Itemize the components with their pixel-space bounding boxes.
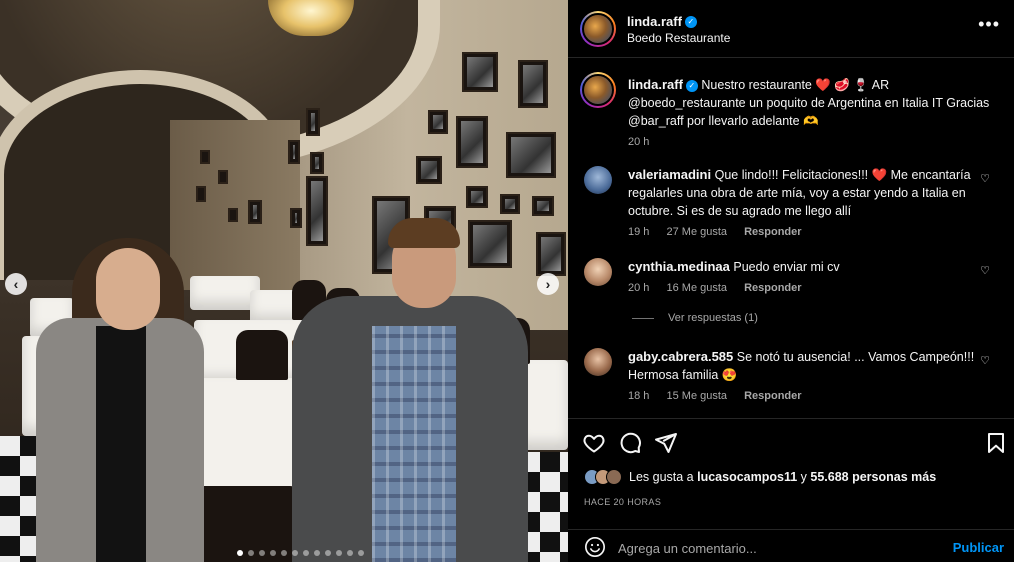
comment-time[interactable]: 18 h [628, 390, 649, 402]
comment-likes[interactable]: 16 Me gusta [666, 282, 727, 294]
carousel-dot[interactable] [347, 550, 353, 556]
verified-badge-icon: ✓ [684, 15, 697, 28]
reply-button[interactable]: Responder [744, 226, 801, 238]
carousel-dot[interactable] [314, 550, 320, 556]
photo-frame [248, 200, 262, 224]
carousel-dot[interactable] [237, 550, 243, 556]
caption-time[interactable]: 20 h [628, 136, 649, 148]
reply-button[interactable]: Responder [744, 390, 801, 402]
commenter-avatar[interactable] [584, 166, 612, 194]
author-avatar[interactable] [580, 11, 616, 47]
author-username[interactable]: linda.raff [627, 14, 682, 29]
carousel-next-button[interactable]: › [537, 273, 559, 295]
comment-composer: Publicar [568, 529, 1014, 562]
chevron-right-icon: › [545, 276, 551, 292]
like-heart-icon[interactable] [582, 431, 606, 455]
comment-item: gaby.cabrera.585 Se notó tu ausencia! ..… [580, 348, 1000, 402]
carousel-dot[interactable] [336, 550, 342, 556]
photo-frame [196, 186, 206, 202]
photo-woman-face [96, 248, 160, 330]
share-send-icon[interactable] [654, 431, 678, 455]
likes-count[interactable]: 55.688 personas más [810, 470, 936, 484]
carousel-dot[interactable] [325, 550, 331, 556]
post-caption: linda.raff ✓ Nuestro restaurante ❤️ 🥩 🍷 A… [628, 76, 1000, 148]
photo-frame [466, 186, 488, 208]
carousel-dot[interactable] [259, 550, 265, 556]
carousel-dot[interactable] [358, 550, 364, 556]
photo-frame [506, 132, 556, 178]
more-options-icon[interactable]: ••• [978, 14, 1000, 35]
commenter-avatar[interactable] [584, 348, 612, 376]
likes-middle: y [797, 470, 811, 484]
publish-button[interactable]: Publicar [953, 540, 1004, 555]
caption-avatar[interactable] [580, 72, 616, 108]
emoji-smiley-icon[interactable] [584, 536, 606, 558]
photo-man-shirt [372, 326, 456, 562]
photo-frame [428, 110, 448, 134]
photo-wall-left [170, 120, 300, 290]
commenter-avatar[interactable] [584, 258, 612, 286]
caption-username[interactable]: linda.raff [628, 77, 683, 92]
post-header: linda.raff ✓ Boedo Restaurante ••• [568, 0, 1014, 58]
view-replies-button[interactable]: Ver respuestas (1) [632, 312, 758, 324]
photo-frame [218, 170, 228, 184]
photo-man-hair [388, 218, 460, 248]
bookmark-icon[interactable] [984, 431, 1008, 455]
photo-frame [532, 196, 554, 216]
photo-frame [288, 140, 300, 164]
chevron-left-icon: ‹ [13, 276, 19, 292]
photo-frame [416, 156, 442, 184]
photo-frame [456, 116, 488, 168]
photo-frame [200, 150, 210, 164]
photo-frame [310, 152, 324, 174]
carousel-dot[interactable] [303, 550, 309, 556]
like-comment-heart-icon[interactable]: ♡ [980, 354, 990, 367]
photo-frame [518, 60, 548, 108]
photo-chair [236, 330, 288, 380]
post-sidebar: linda.raff ✓ Boedo Restaurante ••• linda.… [568, 0, 1014, 562]
likes-user[interactable]: lucasocampos11 [697, 470, 797, 484]
likes-summary[interactable]: Les gusta a lucasocampos11 y 55.688 pers… [584, 469, 936, 485]
comment-time[interactable]: 19 h [628, 226, 649, 238]
photo-frame [290, 208, 302, 228]
posted-ago[interactable]: HACE 20 HORAS [584, 497, 661, 507]
like-comment-heart-icon[interactable]: ♡ [980, 264, 990, 277]
photo-frame [462, 52, 498, 92]
photo-woman-shirt [96, 326, 146, 562]
photo-frame [306, 108, 320, 136]
reply-button[interactable]: Responder [744, 282, 801, 294]
like-comment-heart-icon[interactable]: ♡ [980, 172, 990, 185]
post-actions: Les gusta a lucasocampos11 y 55.688 pers… [568, 418, 1014, 562]
liker-avatar [606, 469, 622, 485]
comment-bubble-icon[interactable] [618, 431, 642, 455]
photo-frame [306, 176, 328, 246]
carousel-dot[interactable] [281, 550, 287, 556]
comment-item: cynthia.medinaa Puedo enviar mi cv 20 h … [580, 258, 1000, 294]
verified-badge-icon: ✓ [685, 79, 698, 92]
carousel-dots [237, 550, 364, 556]
comment-username[interactable]: gaby.cabrera.585 [628, 349, 733, 364]
carousel-prev-button[interactable]: ‹ [5, 273, 27, 295]
photo-frame [500, 194, 520, 214]
photo-frame [468, 220, 512, 268]
photo-frame [228, 208, 238, 222]
likes-prefix: Les gusta a [629, 470, 698, 484]
carousel-dot[interactable] [292, 550, 298, 556]
comment-likes[interactable]: 15 Me gusta [666, 390, 727, 402]
comment-username[interactable]: cynthia.medinaa [628, 259, 730, 274]
carousel-dot[interactable] [248, 550, 254, 556]
comment-input[interactable] [618, 538, 918, 558]
comment-item: valeriamadini Que lindo!!! Felicitacione… [580, 166, 1000, 238]
post-location[interactable]: Boedo Restaurante [627, 31, 730, 45]
comment-text: Puedo enviar mi cv [733, 260, 840, 274]
comment-time[interactable]: 20 h [628, 282, 649, 294]
photo-frame [536, 232, 566, 276]
post-photo[interactable]: ‹ › [0, 0, 568, 562]
comment-username[interactable]: valeriamadini [628, 167, 711, 182]
comment-likes[interactable]: 27 Me gusta [666, 226, 727, 238]
carousel-dot[interactable] [270, 550, 276, 556]
